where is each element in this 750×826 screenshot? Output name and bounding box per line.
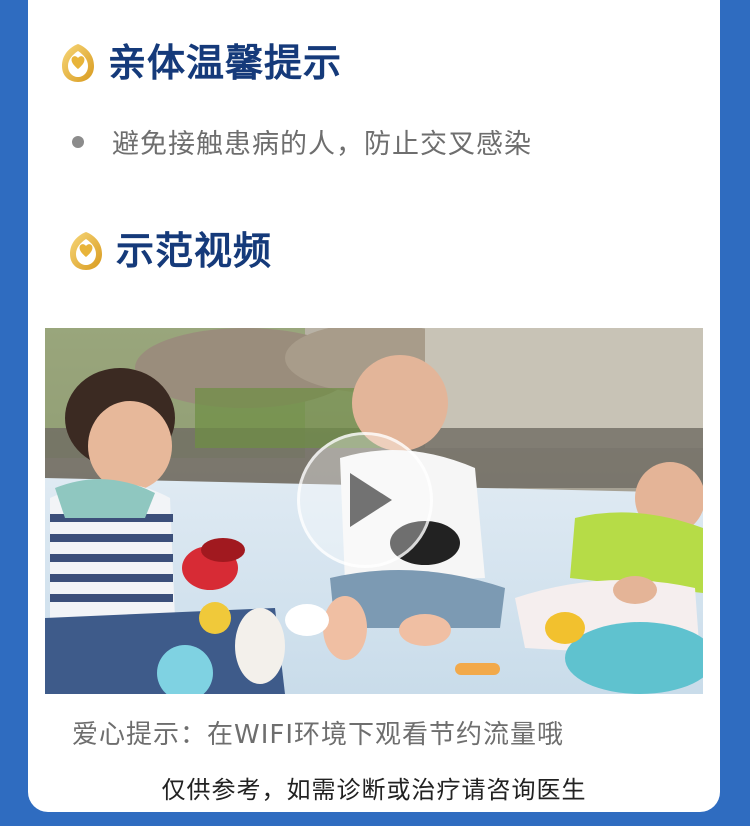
disclaimer: 仅供参考，如需诊断或治疗请咨询医生 [161,776,587,804]
wifi-tip: 爱心提示：在WIFI环境下观看节约流量哦 [72,720,564,750]
play-button[interactable] [297,432,433,568]
care-logo-icon [60,42,96,84]
section-title-demo-video: 示范视频 [68,230,272,272]
section-title-text: 亲体温馨提示 [108,41,343,85]
bullet-dot [72,135,84,148]
tip-text: 避免接触患病的人，防止交叉感染 [112,129,532,160]
content-card: 亲体温馨提示 避免接触患病的人，防止交叉感染 示范视频 爱心提示：在WIFI环境… [28,0,720,812]
section-title-care-tips: 亲体温馨提示 [60,42,342,84]
demo-video-player[interactable] [45,328,703,694]
play-icon [350,473,392,527]
section-title-text: 示范视频 [116,229,273,273]
list-item: 避免接触患病的人，防止交叉感染 [72,122,532,161]
care-logo-icon [68,230,104,272]
